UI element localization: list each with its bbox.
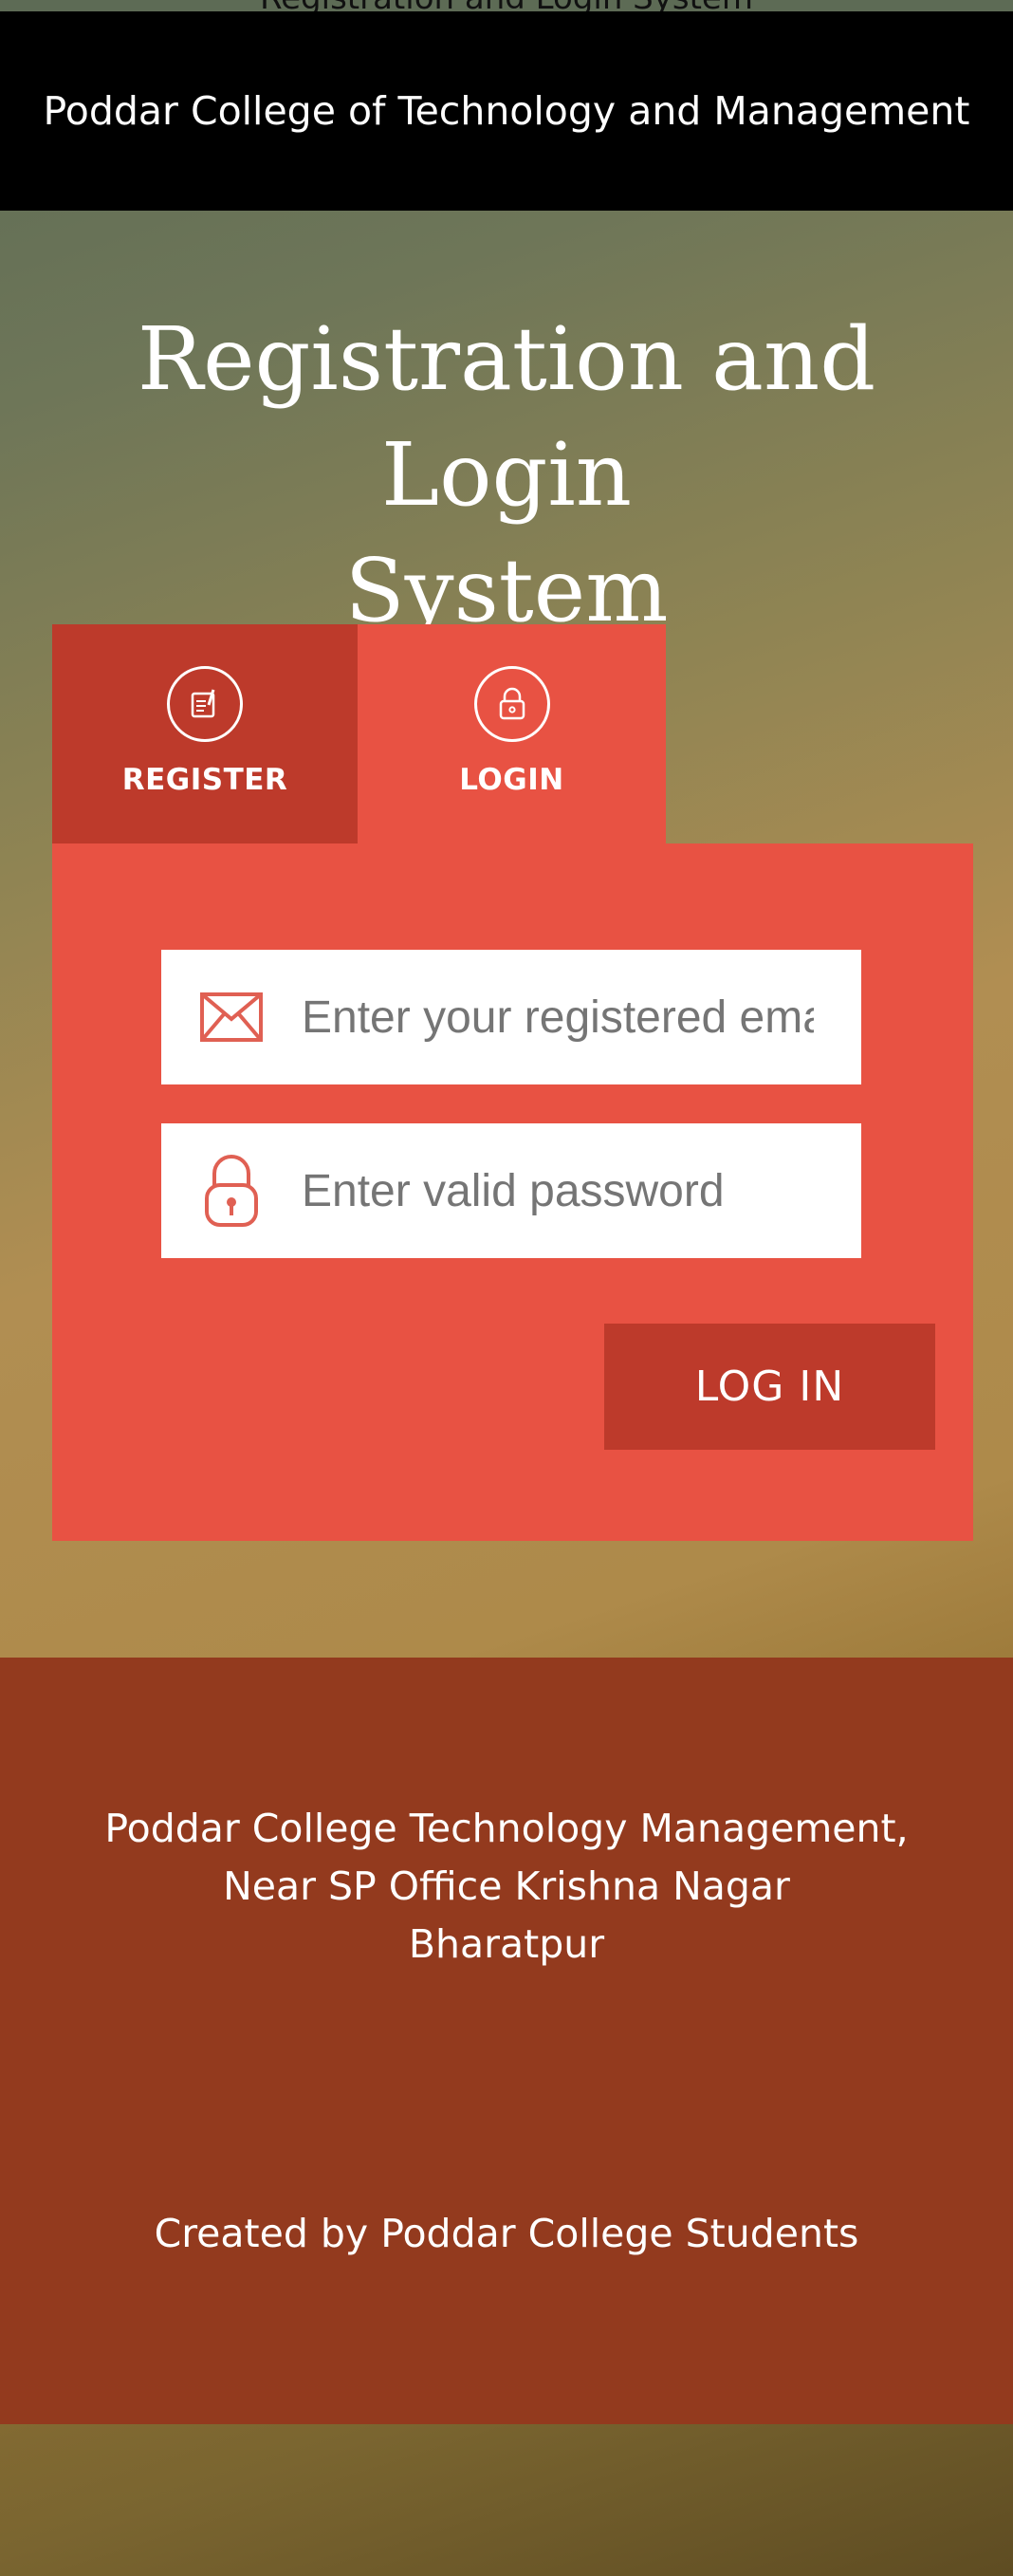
tab-login-label: LOGIN	[459, 763, 564, 797]
site-footer: Poddar College Technology Management, Ne…	[0, 1658, 1013, 2424]
top-strip: Registration and Login System	[0, 0, 1013, 11]
password-input[interactable]	[302, 1164, 814, 1217]
email-field[interactable]	[161, 950, 861, 1084]
college-name: Poddar College of Technology and Managem…	[43, 88, 970, 134]
tab-register-label: REGISTER	[121, 763, 288, 797]
register-form-icon	[167, 666, 243, 742]
login-panel: LOG IN	[52, 843, 973, 1541]
address-line-3: Bharatpur	[408, 1921, 605, 1967]
site-header: Poddar College of Technology and Managem…	[0, 11, 1013, 211]
log-in-button[interactable]: LOG IN	[604, 1324, 935, 1450]
tab-register[interactable]: REGISTER	[52, 624, 358, 843]
password-lock-icon	[161, 1123, 302, 1258]
email-input[interactable]	[302, 991, 814, 1044]
tab-login[interactable]: LOGIN	[358, 624, 666, 843]
page-title: Registration and Login System	[0, 302, 1013, 649]
page-title-line1: Registration and Login	[137, 308, 876, 526]
footer-credit: Created by Poddar College Students	[154, 2211, 859, 2256]
footer-address: Poddar College Technology Management, Ne…	[0, 1800, 1013, 1974]
envelope-icon	[161, 950, 302, 1084]
address-line-1: Poddar College Technology Management,	[104, 1806, 909, 1851]
address-line-2: Near SP Office Krishna Nagar	[223, 1863, 790, 1909]
lock-icon	[473, 666, 550, 742]
clipped-title-text: Registration and Login System	[0, 0, 1013, 11]
password-field[interactable]	[161, 1123, 861, 1258]
